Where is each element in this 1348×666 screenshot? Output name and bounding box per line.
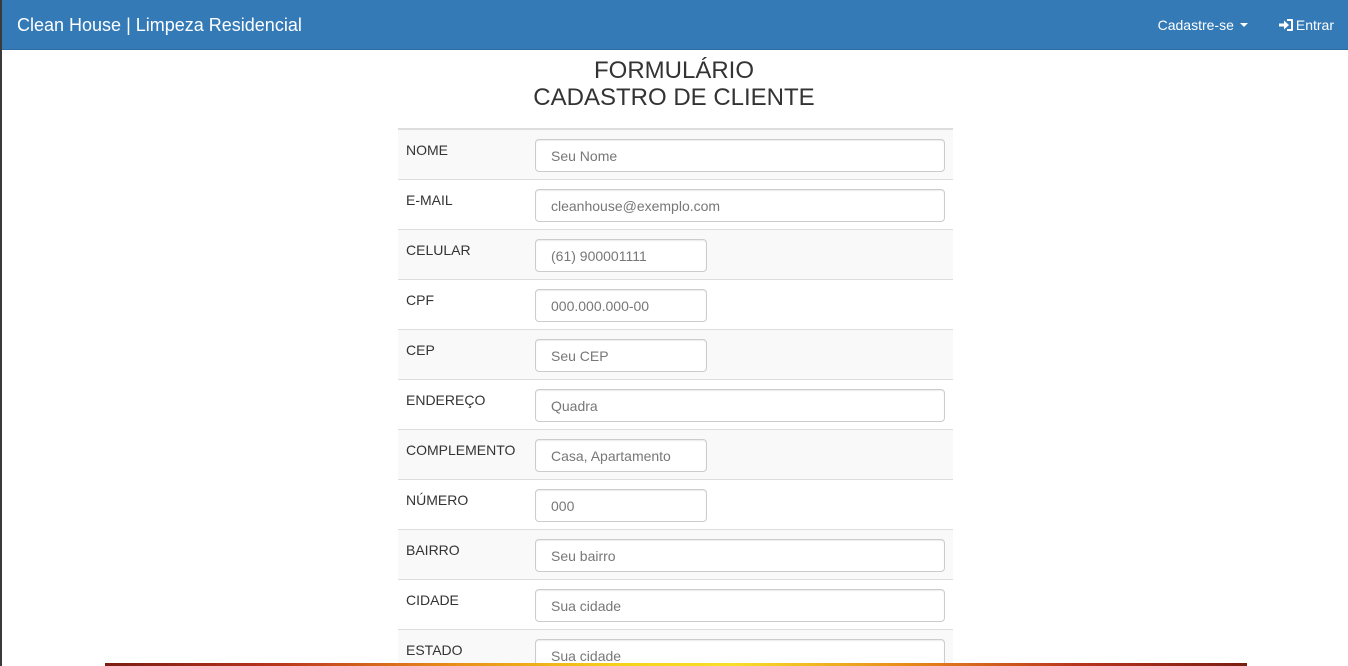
page: Clean House | Limpeza Residencial Cadast…	[0, 0, 1348, 666]
page-title: FORMULÁRIO CADASTRO DE CLIENTE	[0, 57, 1348, 111]
register-dropdown[interactable]: Cadastre-se	[1158, 17, 1248, 33]
form-row-complemento: COMPLEMENTO	[398, 430, 953, 480]
form-row-cidade: CIDADE	[398, 580, 953, 630]
form-row-cpf: CPF	[398, 280, 953, 330]
celular-input[interactable]	[535, 239, 707, 272]
nome-input[interactable]	[535, 139, 945, 172]
cep-input[interactable]	[535, 339, 707, 372]
estado-label: ESTADO	[406, 642, 463, 658]
bairro-input[interactable]	[535, 539, 945, 572]
complemento-input[interactable]	[535, 439, 707, 472]
navbar-right-menu: Cadastre-se Entrar	[1158, 0, 1334, 50]
cpf-input[interactable]	[535, 289, 707, 322]
log-in-icon	[1278, 19, 1293, 31]
cidade-input[interactable]	[535, 589, 945, 622]
celular-label: CELULAR	[406, 242, 471, 258]
form-row-estado: ESTADO	[398, 630, 953, 666]
email-input[interactable]	[535, 189, 945, 222]
caret-down-icon	[1239, 23, 1248, 27]
login-link[interactable]: Entrar	[1278, 17, 1334, 33]
form-row-bairro: BAIRRO	[398, 530, 953, 580]
numero-input[interactable]	[535, 489, 707, 522]
page-title-line1: FORMULÁRIO	[593, 57, 754, 84]
login-label: Entrar	[1295, 17, 1334, 33]
estado-input[interactable]	[535, 639, 945, 666]
top-navbar: Clean House | Limpeza Residencial Cadast…	[2, 0, 1348, 50]
endereco-input[interactable]	[535, 389, 945, 422]
form-row-email: E-MAIL	[398, 180, 953, 230]
numero-label: NÚMERO	[406, 492, 469, 508]
cpf-label: CPF	[406, 292, 434, 308]
cep-label: CEP	[406, 342, 435, 358]
brand-link[interactable]: Clean House | Limpeza Residencial	[17, 0, 302, 50]
email-label: E-MAIL	[406, 192, 453, 208]
form-row-celular: CELULAR	[398, 230, 953, 280]
bairro-label: BAIRRO	[406, 542, 460, 558]
client-registration-form: NOME E-MAIL CELULAR CPF CEP ENDEREÇO COM…	[398, 128, 953, 666]
form-row-nome: NOME	[398, 130, 953, 180]
form-row-numero: NÚMERO	[398, 480, 953, 530]
cidade-label: CIDADE	[406, 592, 459, 608]
register-label: Cadastre-se	[1157, 17, 1234, 33]
nome-label: NOME	[406, 142, 448, 158]
form-row-cep: CEP	[398, 330, 953, 380]
page-title-line2: CADASTRO DE CLIENTE	[533, 84, 815, 111]
endereco-label: ENDEREÇO	[406, 392, 486, 408]
form-row-endereco: ENDEREÇO	[398, 380, 953, 430]
complemento-label: COMPLEMENTO	[406, 442, 516, 458]
